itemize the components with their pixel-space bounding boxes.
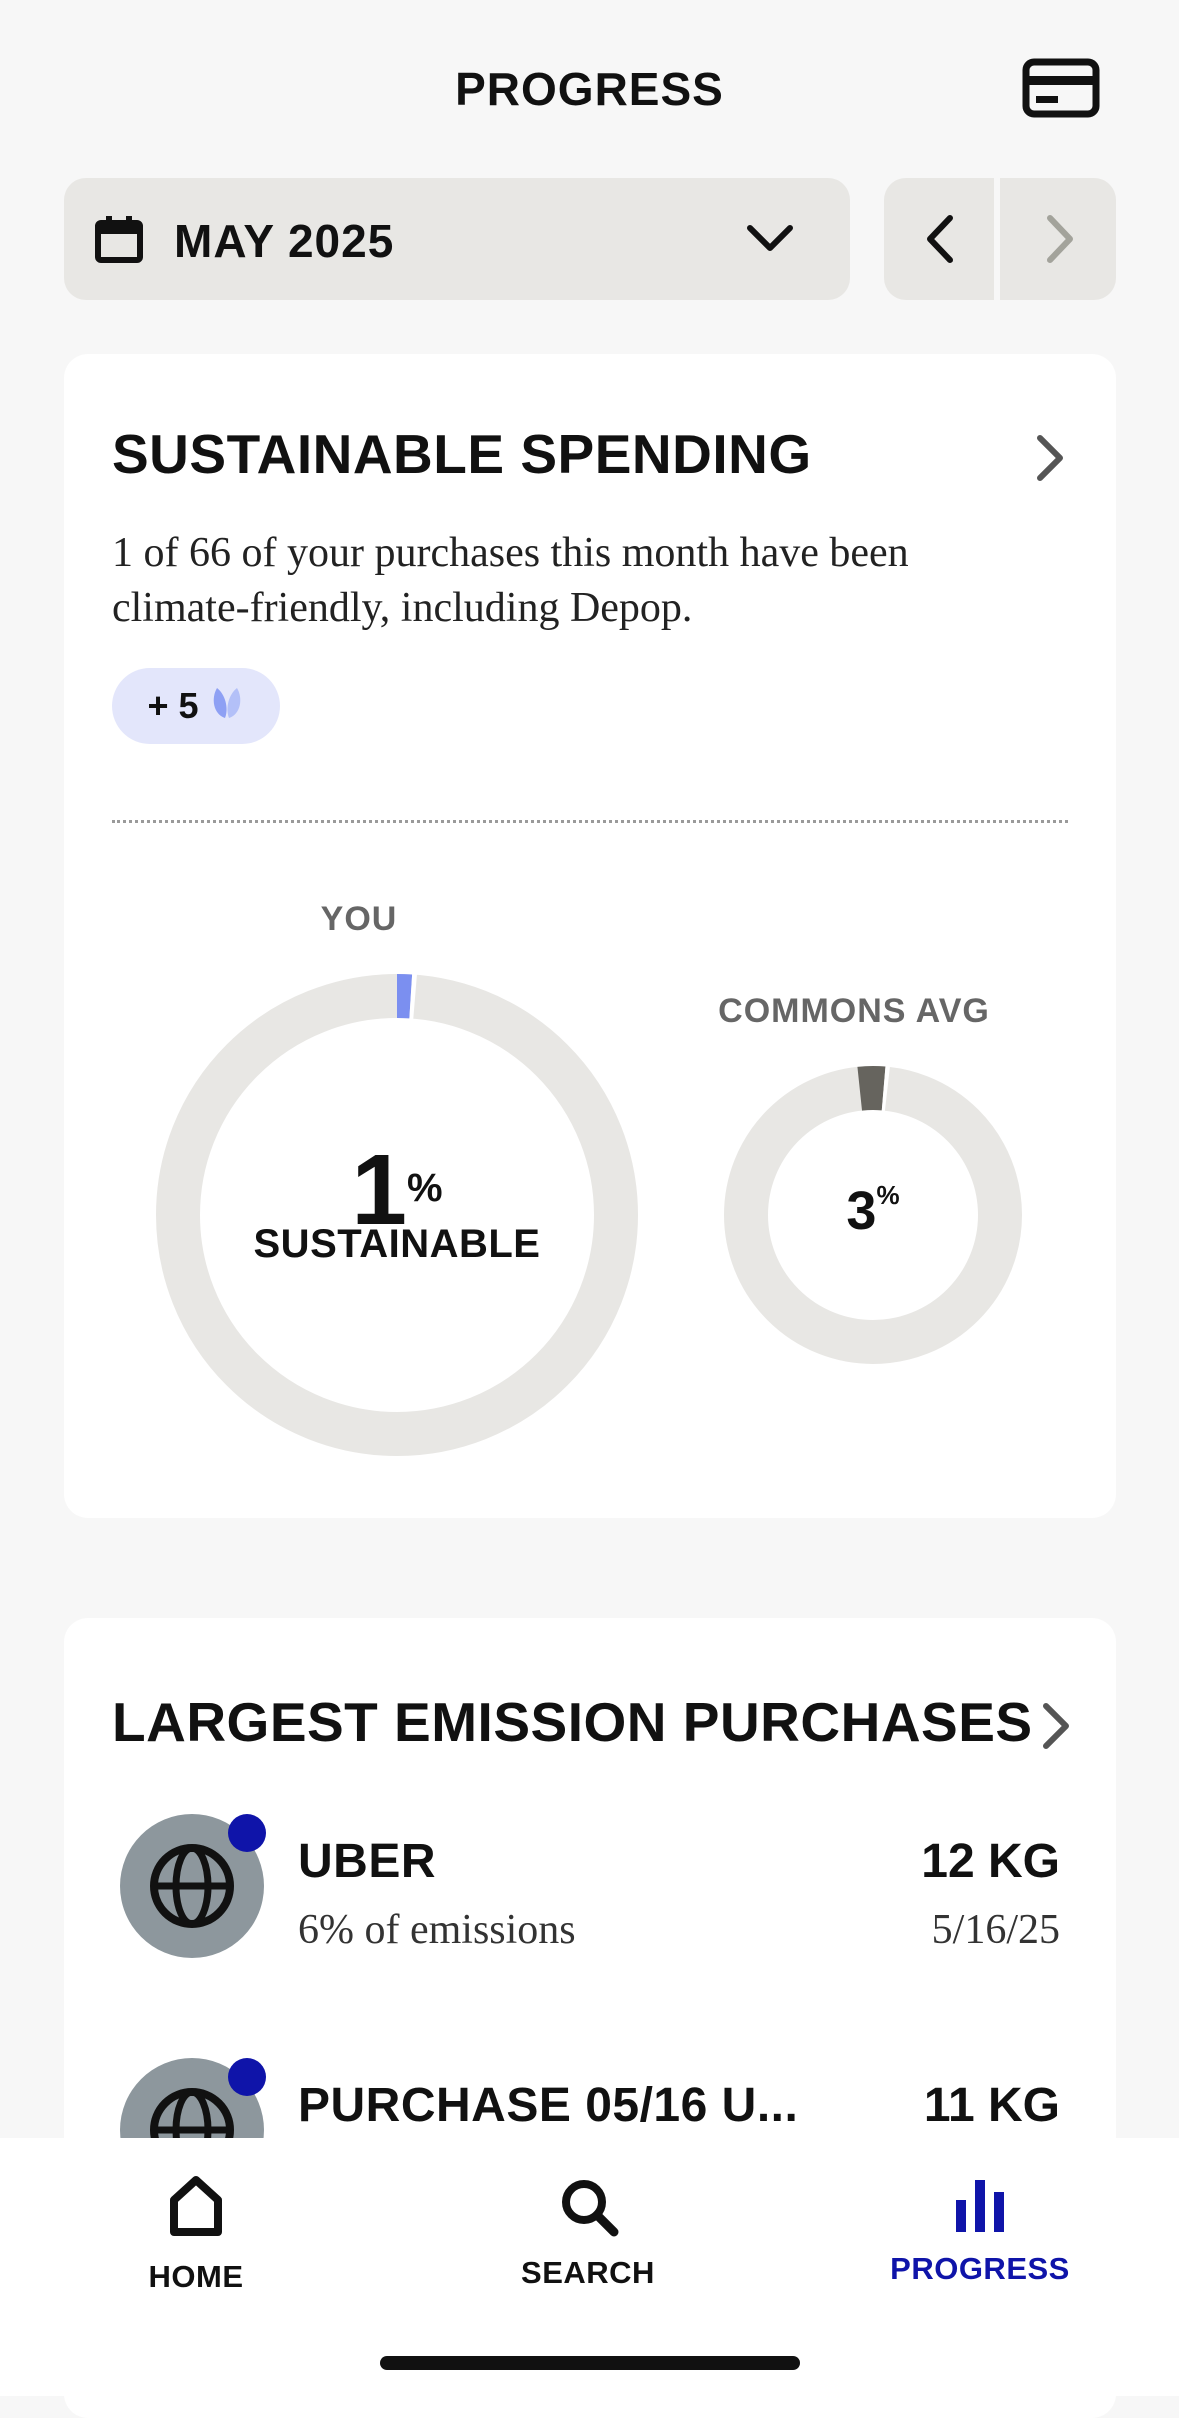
merchant-name: UBER — [298, 1834, 436, 1889]
divider — [112, 820, 1068, 823]
you-label: YOU — [294, 900, 424, 939]
tab-label: PROGRESS — [880, 2251, 1080, 2287]
emission-amount: 12 KG — [921, 1834, 1060, 1889]
purchase-date: 5/16/25 — [932, 1906, 1060, 1954]
page-title: PROGRESS — [0, 62, 1179, 116]
next-month-button[interactable] — [1000, 178, 1116, 300]
avg-donut-arc — [860, 1086, 884, 1091]
card-icon[interactable] — [1022, 58, 1100, 118]
tab-bar: HOME SEARCH PROGRESS — [0, 2138, 1179, 2396]
points-value: + 5 — [147, 685, 198, 727]
tab-label: HOME — [96, 2259, 296, 2295]
avg-donut-gap — [884, 1088, 888, 1089]
chevron-right-icon — [1000, 178, 1116, 300]
home-icon — [164, 2174, 228, 2238]
emission-amount: 11 KG — [924, 2078, 1060, 2133]
chevron-left-icon — [884, 178, 994, 300]
tab-home[interactable]: HOME — [96, 2174, 296, 2295]
section-title: SUSTAINABLE SPENDING — [112, 422, 812, 486]
chevron-right-icon[interactable] — [1030, 430, 1070, 491]
search-icon — [556, 2174, 620, 2238]
tab-label: SEARCH — [488, 2255, 688, 2291]
list-item[interactable]: UBER 6% of emissions 12 KG 5/16/25 — [120, 1814, 1060, 1974]
month-label: MAY 2025 — [174, 214, 394, 268]
home-indicator — [380, 2356, 800, 2370]
bar-chart-icon — [948, 2174, 1012, 2238]
previous-month-button[interactable] — [884, 178, 994, 300]
emission-share: 6% of emissions — [298, 1906, 576, 1954]
status-dot — [228, 2058, 266, 2096]
calendar-icon — [94, 214, 144, 264]
tab-progress[interactable]: PROGRESS — [880, 2174, 1080, 2287]
sustainable-label: SUSTAINABLE — [156, 1222, 638, 1267]
commons-avg-label: COMMONS AVG — [704, 992, 1004, 1031]
commons-avg-percent: 3% — [722, 1180, 1024, 1242]
status-dot — [228, 1814, 266, 1852]
merchant-name: PURCHASE 05/16 U... — [298, 2078, 798, 2133]
description: 1 of 66 of your purchases this month hav… — [112, 526, 909, 636]
points-badge: + 5 — [112, 668, 280, 744]
month-dropdown[interactable]: MAY 2025 — [64, 178, 850, 300]
tab-search[interactable]: SEARCH — [488, 2174, 688, 2291]
chevron-down-icon — [744, 216, 796, 262]
section-title: LARGEST EMISSION PURCHASES — [112, 1690, 1033, 1754]
sustainable-spending-card[interactable]: SUSTAINABLE SPENDING 1 of 66 of your pur… — [64, 354, 1116, 1518]
leaf-icon — [209, 684, 245, 729]
chevron-right-icon[interactable] — [1036, 1698, 1076, 1759]
